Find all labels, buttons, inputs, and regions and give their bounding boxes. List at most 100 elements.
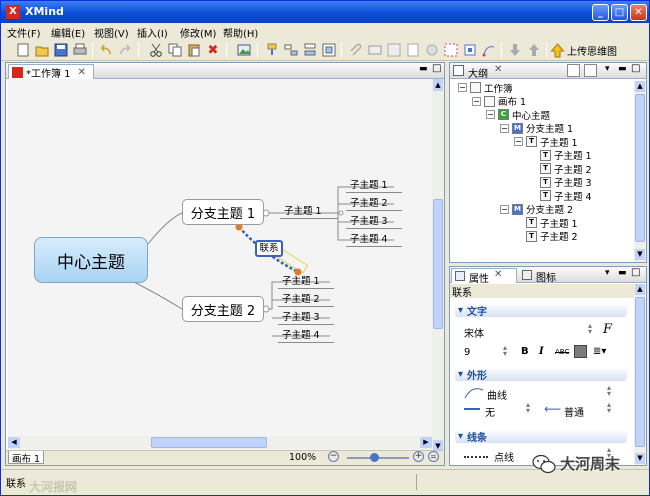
align-icon[interactable]: ≣▾ [593, 346, 606, 357]
collapse-toggle-icon[interactable]: − [458, 83, 467, 92]
outline-item[interactable]: T 子主题 1 [528, 149, 592, 162]
collapse-toggle-icon[interactable]: − [514, 137, 523, 146]
subtopic-b1-1-2[interactable]: 子主题 2 [346, 197, 402, 211]
section-shape-header[interactable]: ▾ 外形 [455, 367, 627, 382]
outline-item[interactable]: − 工作簿 [458, 81, 513, 95]
font-picker-icon[interactable]: F [603, 322, 612, 337]
redo-icon[interactable] [117, 42, 133, 58]
outline-item[interactable]: T 子主题 2 [514, 230, 578, 243]
tab-close-icon[interactable]: ✕ [78, 67, 86, 78]
start-arrow-spinner-icon[interactable]: ▴ ▾ [526, 401, 530, 415]
collapse-toggle-icon[interactable]: − [500, 204, 509, 214]
upload-mindmap-button[interactable]: 上传思维图 [550, 42, 617, 58]
print-icon[interactable] [72, 42, 88, 58]
relationship-label[interactable]: 联系 [255, 240, 283, 257]
properties-scroll-up-icon[interactable]: ▲ [635, 284, 645, 295]
zoom-out-icon[interactable]: − [328, 451, 339, 462]
outline-menu-icon[interactable]: ▾ [605, 64, 610, 74]
outline-maximize-icon[interactable]: □ [631, 63, 640, 74]
summary-icon[interactable] [386, 42, 402, 58]
insert-topic-icon[interactable] [264, 42, 280, 58]
scroll-right-icon[interactable]: ▶ [420, 437, 432, 448]
close-button[interactable]: ✕ [630, 4, 647, 21]
outline-minimize-icon[interactable]: ▬ [618, 64, 627, 74]
properties-menu-icon[interactable]: ▾ [605, 268, 610, 278]
relationship-icon[interactable] [481, 42, 497, 58]
insert-subtopic-icon[interactable] [283, 42, 299, 58]
maximize-button[interactable]: □ [611, 4, 628, 21]
subtopic-b2-1[interactable]: 子主题 1 [278, 275, 334, 289]
outline-scrollbar[interactable]: ▲ ▼ [634, 81, 646, 262]
subtopic-b2-4[interactable]: 子主题 4 [278, 329, 334, 343]
outline-scroll-up-icon[interactable]: ▲ [635, 81, 645, 92]
menu-insert[interactable]: 插入(I) [137, 25, 168, 40]
collapse-toggle-icon[interactable]: − [486, 110, 495, 119]
delete-icon[interactable]: ✖ [205, 42, 221, 58]
undo-icon[interactable] [98, 42, 114, 58]
new-icon[interactable] [15, 42, 31, 58]
properties-maximize-icon[interactable]: □ [631, 267, 640, 278]
subtopic-b1-1-3[interactable]: 子主题 3 [346, 215, 402, 229]
mindmap-canvas[interactable]: 中心主题 分支主题 1 分支主题 2 子主题 1 子主题 1 子主题 2 子主题… [8, 79, 432, 452]
outline-item[interactable]: T 子主题 1 [514, 216, 578, 230]
outline-item[interactable]: − 画布 1 [472, 95, 526, 108]
zoom-in-icon[interactable]: + [413, 451, 424, 462]
menu-help[interactable]: 帮助(H) [223, 25, 258, 40]
menu-view[interactable]: 视图(V) [94, 25, 129, 40]
font-size-spinner-icon[interactable]: ▴ ▾ [503, 344, 507, 358]
subtopic-b2-2[interactable]: 子主题 2 [278, 293, 334, 307]
tab-properties[interactable]: 属性 ✕ [451, 268, 517, 285]
outline-item[interactable]: − T 子主题 1 [514, 135, 578, 149]
subtopic-b1-1-1[interactable]: 子主题 1 [346, 179, 402, 193]
image-icon[interactable] [236, 42, 252, 58]
subtopic-b1-1-4[interactable]: 子主题 4 [346, 233, 402, 247]
style-icon[interactable] [462, 42, 478, 58]
copy-icon[interactable] [167, 42, 183, 58]
attachment-icon[interactable] [348, 42, 364, 58]
scroll-up-icon[interactable]: ▲ [433, 79, 443, 91]
properties-scroll-down-icon[interactable]: ▼ [635, 453, 645, 464]
menu-modify[interactable]: 修改(M) [180, 25, 216, 40]
properties-scrollbar[interactable]: ▲ ▼ [634, 284, 646, 465]
font-size-value[interactable]: 9 [464, 347, 470, 358]
shape-spinner-icon[interactable]: ▴ ▾ [607, 384, 611, 398]
tab-icons[interactable]: 图标 [522, 269, 562, 284]
insert-parent-icon[interactable] [321, 42, 337, 58]
menu-file[interactable]: 文件(F) [7, 25, 41, 40]
properties-scroll-thumb[interactable] [635, 297, 645, 447]
move-up-icon[interactable] [526, 42, 542, 58]
line-style-value[interactable]: 点线 [494, 449, 514, 464]
maximize-view-icon[interactable]: □ [432, 63, 441, 74]
open-icon[interactable] [34, 42, 50, 58]
text-color-swatch[interactable] [574, 345, 587, 358]
outline-item[interactable]: − M 分支主题 2 [500, 203, 573, 216]
line-shape-value[interactable]: 曲线 [487, 387, 507, 402]
notes-icon[interactable] [405, 42, 421, 58]
outline-item[interactable]: − C 中心主题 [486, 108, 550, 122]
menu-edit[interactable]: 编辑(E) [51, 25, 85, 40]
properties-close-icon[interactable]: ✕ [494, 269, 502, 280]
collapse-toggle-icon[interactable]: − [500, 123, 509, 133]
central-topic[interactable]: 中心主题 [34, 237, 148, 283]
font-name-spinner-icon[interactable]: ▴ ▾ [588, 322, 592, 336]
sheet-tab[interactable]: 画布 1 [8, 451, 44, 465]
start-arrow-value[interactable]: 无 [485, 404, 495, 419]
zoom-fit-icon[interactable]: = [428, 451, 439, 462]
properties-minimize-icon[interactable]: ▬ [618, 268, 627, 278]
minimize-button[interactable]: _ [592, 4, 609, 21]
scroll-left-icon[interactable]: ◀ [8, 437, 20, 448]
branch-topic-1[interactable]: 分支主题 1 [182, 199, 264, 225]
canvas-horizontal-scrollbar[interactable]: ◀ ▶ [8, 436, 432, 449]
marker-icon[interactable] [424, 42, 440, 58]
move-down-icon[interactable] [507, 42, 523, 58]
section-line-header[interactable]: ▾ 线条 [455, 429, 627, 444]
subtopic-b2-3[interactable]: 子主题 3 [278, 311, 334, 325]
outline-scroll-down-icon[interactable]: ▼ [635, 249, 645, 260]
outline-item[interactable]: T 子主题 3 [528, 176, 592, 189]
end-arrow-spinner-icon[interactable]: ▴ ▾ [607, 401, 611, 415]
canvas-vertical-scrollbar[interactable]: ▲ ▼ [432, 79, 444, 452]
zoom-slider-handle[interactable] [370, 453, 379, 462]
font-name-value[interactable]: 宋体 [464, 325, 484, 340]
cut-icon[interactable] [148, 42, 164, 58]
outline-filter-icon[interactable] [584, 64, 597, 77]
